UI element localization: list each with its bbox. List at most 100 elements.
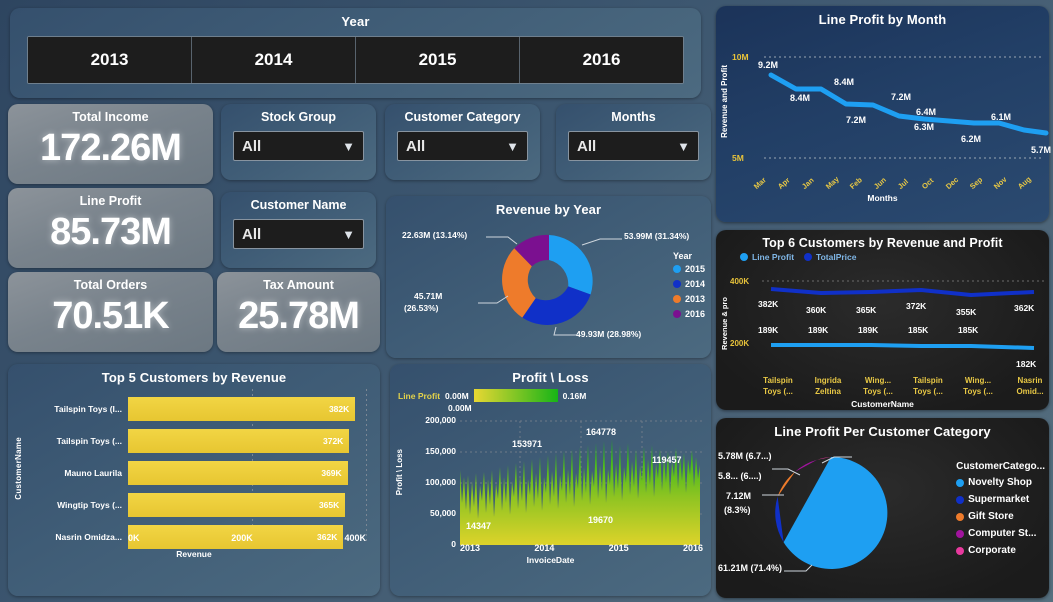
legend-item-gift-store[interactable]: Gift Store <box>956 511 1045 522</box>
chart-line-profit-by-month: Line Profit by Month Revenue and Profit … <box>716 6 1052 222</box>
legend-dot-icon <box>956 529 965 538</box>
pie-slice-supermarket[interactable] <box>775 496 784 543</box>
legend-dot-icon <box>672 280 681 288</box>
bar-x-axis-ticks: 0K 200K 400K <box>128 533 366 543</box>
bar-row[interactable]: Wingtip Toys (... 365K <box>32 491 366 519</box>
legend-dot-icon <box>672 310 681 318</box>
legend-item-computer-store[interactable]: Computer St... <box>956 528 1045 539</box>
slicer-stock-group: Stock Group All ▼ <box>221 104 376 180</box>
legend-item-2016[interactable]: 2016 <box>672 309 705 319</box>
dropdown-customer-name[interactable]: All ▼ <box>233 219 364 249</box>
year-button-2015[interactable]: 2015 <box>356 37 520 83</box>
data-label-line-profit: 189K <box>808 325 829 335</box>
axis-label-customername: CustomerName <box>14 437 23 500</box>
slicer-title-stock-group: Stock Group <box>260 110 336 124</box>
bar-row[interactable]: Tailspin Toys (... 372K <box>32 427 366 455</box>
legend-item-totalprice[interactable]: TotalPrice <box>804 252 857 262</box>
dropdown-months[interactable]: All ▼ <box>568 131 699 161</box>
data-label-8-4m-b: 8.4M <box>834 77 855 87</box>
kpi-card-line-profit: Line Profit 85.73M <box>8 188 213 268</box>
pie-slice-computer-store[interactable] <box>795 459 818 472</box>
legend-dot-icon <box>740 253 748 261</box>
x-tick-200k: 200K <box>231 533 253 543</box>
bar-plot-area: CustomerName Tailspin Toys (I... 382K Ta… <box>8 389 380 569</box>
x-tick-customer-line2: Toys (... <box>963 387 993 396</box>
slicer-customer-name: Customer Name All ▼ <box>221 192 376 268</box>
legend-item-2013[interactable]: 2013 <box>672 294 705 304</box>
legend-item-line-profit[interactable]: Line Profit <box>740 252 794 262</box>
year-slicer-title: Year <box>341 14 370 29</box>
slicer-title-customer-name: Customer Name <box>250 198 347 212</box>
legend-label-line-profit: Line Profit <box>752 252 795 262</box>
kpi-card-total-orders: Total Orders 70.51K <box>8 272 213 352</box>
dropdown-value-stock-group: All <box>242 137 262 155</box>
legend-gradient-bar <box>473 389 558 402</box>
legend-dot-icon <box>804 253 813 261</box>
donut-slice-2014[interactable] <box>522 286 591 325</box>
data-label-7-2m-b: 7.2M <box>891 92 912 102</box>
kpi-value-tax-amount: 25.78M <box>238 295 360 337</box>
power-bi-dashboard: Year 2013 2014 2015 2016 Total Income 17… <box>0 0 1053 602</box>
year-button-group: 2013 2014 2015 2016 <box>27 36 684 84</box>
slicer-months: Months All ▼ <box>556 104 711 180</box>
legend-max-value: 0.16M <box>562 390 587 401</box>
dropdown-value-customer-category: All <box>406 137 426 155</box>
kpi-card-total-income: Total Income 172.26M <box>8 104 213 184</box>
donut-data-label-2013-line1: 45.71M <box>414 291 443 301</box>
legend-item-2014[interactable]: 2014 <box>672 279 705 289</box>
pie-slice-novelty-shop[interactable] <box>783 456 888 569</box>
kpi-card-tax-amount: Tax Amount 25.78M <box>217 272 380 352</box>
pie-data-label-gift-store: 5.8... (6....) <box>718 471 762 481</box>
legend-label-2016: 2016 <box>684 309 705 319</box>
data-label-line-profit: 182K <box>1016 359 1037 369</box>
x-tick-2013: 2013 <box>460 543 481 553</box>
year-button-2016[interactable]: 2016 <box>520 37 683 83</box>
data-label-7-2m-a: 7.2M <box>846 115 867 125</box>
legend-item-corporate[interactable]: Corporate <box>956 545 1045 556</box>
data-label-5-7m: 5.7M <box>1031 145 1052 155</box>
bar-value-label: 365K <box>318 500 340 510</box>
legend-dot-icon <box>956 546 965 555</box>
data-label-line-profit: 189K <box>758 325 779 335</box>
annotation-153971: 153971 <box>512 439 543 449</box>
x-tick-customer-line1: Ingrida <box>814 376 842 385</box>
legend-dot-icon <box>956 495 965 504</box>
dropdown-customer-category[interactable]: All ▼ <box>397 131 528 161</box>
dropdown-value-customer-name: All <box>242 225 262 243</box>
pie-slice-gift-store[interactable] <box>777 471 796 497</box>
top6-plot-area: Revenue & pro 400K 200K 382K 360K 365K 3… <box>716 267 1049 409</box>
legend-item-novelty-shop[interactable]: Novelty Shop <box>956 477 1045 488</box>
legend-zero-value: 0.00M <box>448 403 472 413</box>
x-tick-customer-line1: Tailspin <box>913 376 943 385</box>
dropdown-stock-group[interactable]: All ▼ <box>233 131 364 161</box>
year-button-2013[interactable]: 2013 <box>28 37 192 83</box>
bar-row[interactable]: Tailspin Toys (I... 382K <box>32 395 366 423</box>
axis-label-customername: CustomerName <box>851 399 914 409</box>
x-tick-2015: 2015 <box>608 543 629 553</box>
kpi-title-tax-amount: Tax Amount <box>263 278 334 292</box>
dropdown-value-months: All <box>577 137 597 155</box>
year-button-2014[interactable]: 2014 <box>192 37 356 83</box>
annotation-119457: 119457 <box>652 455 682 465</box>
bar-rows: Tailspin Toys (I... 382K Tailspin Toys (… <box>32 395 366 555</box>
legend-name-line-profit: Line Profit <box>398 390 441 401</box>
profit-loss-x-ticks: 2013 2014 2015 2016 <box>460 543 703 553</box>
x-tick-customer-line2: Omid... <box>1016 387 1044 396</box>
legend-item-2015[interactable]: 2015 <box>672 264 705 274</box>
legend-dot-icon <box>672 265 681 273</box>
bar-category-label: Wingtip Toys (... <box>57 500 122 510</box>
kpi-title-line-profit: Line Profit <box>79 194 142 208</box>
data-label-9-2m: 9.2M <box>758 60 779 70</box>
chevron-down-icon: ▼ <box>506 138 519 154</box>
pie-data-label-supermarket-percent: (8.3%) <box>724 505 751 515</box>
legend-label-gift-store: Gift Store <box>968 511 1014 522</box>
slicer-customer-category: Customer Category All ▼ <box>385 104 540 180</box>
bar-row[interactable]: Mauno Laurila 369K <box>32 459 366 487</box>
donut-data-label-2013-line2: (26.53%) <box>404 303 439 313</box>
legend-item-supermarket[interactable]: Supermarket <box>956 494 1045 505</box>
chart-title-line-profit-by-month: Line Profit by Month <box>818 12 947 27</box>
data-label-totalprice: 365K <box>856 305 877 315</box>
bar-category-label: Nasrin Omidza... <box>55 532 122 542</box>
data-label-totalprice: 382K <box>758 299 779 309</box>
legend-min-value: 0.00M <box>445 390 469 401</box>
